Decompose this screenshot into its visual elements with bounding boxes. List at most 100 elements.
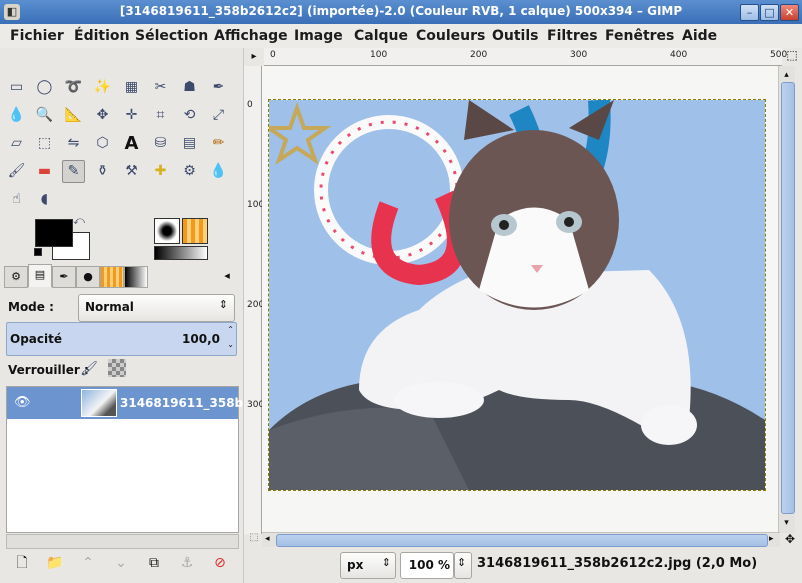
move-icon[interactable]: ✥ [91, 104, 114, 127]
menu-affichage[interactable]: Affichage [214, 28, 288, 44]
pattern-preview[interactable] [182, 218, 208, 244]
menu-couleurs[interactable]: Couleurs [416, 28, 485, 44]
lock-alpha-icon[interactable] [108, 359, 126, 377]
paths-icon[interactable]: ✒ [207, 76, 230, 99]
dodge-burn-icon[interactable]: ◖ [33, 188, 56, 211]
menu-aide[interactable]: Aide [682, 28, 717, 44]
quick-mask-toggle-icon[interactable]: ⬚ [246, 532, 262, 546]
horizontal-scroll-thumb[interactable] [276, 534, 768, 547]
scroll-up-icon[interactable]: ▴ [780, 70, 793, 80]
menu-selection[interactable]: Sélection [135, 28, 208, 44]
menu-calque[interactable]: Calque [354, 28, 408, 44]
default-colors-icon[interactable] [34, 248, 42, 256]
measure-icon[interactable]: 📐 [62, 104, 85, 127]
cat-photo[interactable] [268, 99, 766, 491]
flip-icon[interactable]: ⇋ [62, 132, 85, 155]
menu-fenetres[interactable]: Fenêtres [605, 28, 674, 44]
ruler-tick-label: 400 [670, 50, 688, 60]
zoom-fit-icon[interactable]: ⬚ [784, 48, 800, 65]
rotate-icon[interactable]: ⟲ [178, 104, 201, 127]
scissors-select-icon[interactable]: ✂ [149, 76, 172, 99]
menu-image[interactable]: Image [294, 28, 343, 44]
horizontal-ruler[interactable]: 0 100 200 300 400 500 [264, 48, 787, 66]
maximize-button[interactable]: □ [760, 4, 779, 21]
raise-layer-icon[interactable]: ⌃ [78, 553, 98, 573]
scroll-right-icon[interactable]: ▸ [769, 534, 779, 546]
heal-icon[interactable]: ✚ [149, 160, 172, 183]
paintbrush-icon[interactable]: 🖌 [5, 160, 28, 183]
ruler-tick-label: 0 [247, 100, 253, 110]
shear-icon[interactable]: ▱ [5, 132, 28, 155]
smudge-icon[interactable]: ☝ [5, 188, 28, 211]
perspective-icon[interactable]: ⬚ [33, 132, 56, 155]
minimize-button[interactable]: – [740, 4, 759, 21]
perspective-clone-icon[interactable]: ⚙ [178, 160, 201, 183]
lock-pixels-icon[interactable]: 🖌 [79, 359, 99, 379]
new-layer-group-icon[interactable]: 📁 [45, 553, 65, 573]
tab-brushes[interactable]: ● [76, 266, 100, 288]
cage-icon[interactable]: ⬡ [91, 132, 114, 155]
swap-colors-icon[interactable]: ⤺ [72, 214, 86, 228]
opacity-down-icon[interactable]: ⌄ [227, 340, 234, 349]
text-tool-icon[interactable]: A [120, 132, 143, 155]
rect-select-icon[interactable]: ▭ [5, 76, 28, 99]
tab-gradients[interactable] [124, 266, 148, 288]
airbrush-icon[interactable]: ✎ [62, 160, 85, 183]
mode-value: Normal [85, 300, 134, 314]
mode-select[interactable]: Normal ⇕ [78, 294, 235, 322]
color-picker-icon[interactable]: 💧 [5, 104, 28, 127]
scroll-left-icon[interactable]: ◂ [265, 534, 275, 546]
menu-outils[interactable]: Outils [492, 28, 539, 44]
tab-patterns[interactable] [100, 266, 124, 288]
layers-hscrollbar[interactable] [6, 534, 239, 549]
vertical-scrollbar[interactable]: ▴ ▾ [778, 66, 795, 533]
foreground-color-swatch[interactable] [35, 219, 73, 247]
tab-tool-options[interactable]: ⚙ [4, 266, 28, 288]
foreground-select-icon[interactable]: ☗ [178, 76, 201, 99]
blend-icon[interactable]: ▤ [178, 132, 201, 155]
eraser-icon[interactable]: ▬ [33, 160, 56, 183]
menu-edition[interactable]: Édition [74, 28, 129, 44]
vertical-ruler[interactable]: 0 100 200 300 [244, 66, 264, 534]
ink-icon[interactable]: ⚱ [91, 160, 114, 183]
scale-icon[interactable]: ⤢ [207, 104, 230, 127]
align-icon[interactable]: ✛ [120, 104, 143, 127]
lower-layer-icon[interactable]: ⌄ [111, 553, 131, 573]
opacity-slider[interactable]: Opacité 100,0 ⌃ ⌄ [6, 322, 237, 356]
blur-icon[interactable]: 💧 [207, 160, 230, 183]
color-select-icon[interactable]: ▦ [120, 76, 143, 99]
ellipse-select-icon[interactable]: ◯ [33, 76, 56, 99]
chevron-updown-icon: ⇕ [381, 556, 391, 569]
navigate-icon[interactable]: ✥ [782, 532, 798, 546]
zoom-icon[interactable]: 🔍 [33, 104, 56, 127]
horizontal-scrollbar[interactable]: ◂ ▸ [262, 532, 780, 547]
tab-layers[interactable]: ▤ [28, 264, 52, 287]
brush-preview[interactable] [154, 218, 180, 244]
zoom-select[interactable]: ⇕ [454, 552, 472, 579]
dock-menu-icon[interactable]: ◂ [220, 266, 234, 286]
tab-paths[interactable]: ✒ [52, 266, 76, 288]
duplicate-layer-icon[interactable]: ⧉ [144, 553, 164, 573]
free-select-icon[interactable]: ➰ [62, 76, 85, 99]
gradient-preview[interactable] [154, 246, 208, 260]
crop-icon[interactable]: ⌗ [149, 104, 172, 127]
menu-fichier[interactable]: Fichier [10, 28, 64, 44]
new-layer-icon[interactable]: 🗋 [12, 553, 32, 573]
delete-layer-icon[interactable]: ⊘ [210, 553, 230, 573]
unit-select[interactable]: px ⇕ [340, 552, 396, 579]
image-canvas[interactable] [262, 66, 780, 533]
opacity-up-icon[interactable]: ⌃ [227, 325, 234, 334]
scroll-down-icon[interactable]: ▾ [780, 518, 793, 528]
layer-row[interactable]: 👁 3146819611_358b26 [7, 387, 260, 419]
menu-filtres[interactable]: Filtres [547, 28, 598, 44]
fuzzy-select-icon[interactable]: ✨ [91, 76, 114, 99]
quick-mask-menu-icon[interactable]: ▸ [246, 48, 262, 65]
close-button[interactable]: ✕ [780, 4, 799, 21]
clone-icon[interactable]: ⚒ [120, 160, 143, 183]
bucket-fill-icon[interactable]: ⛁ [149, 132, 172, 155]
zoom-input[interactable]: 100 % [400, 552, 454, 579]
visibility-eye-icon[interactable]: 👁 [14, 395, 31, 410]
pencil-icon[interactable]: ✏ [207, 132, 230, 155]
anchor-layer-icon[interactable]: ⚓ [177, 553, 197, 573]
vertical-scroll-thumb[interactable] [781, 82, 795, 514]
